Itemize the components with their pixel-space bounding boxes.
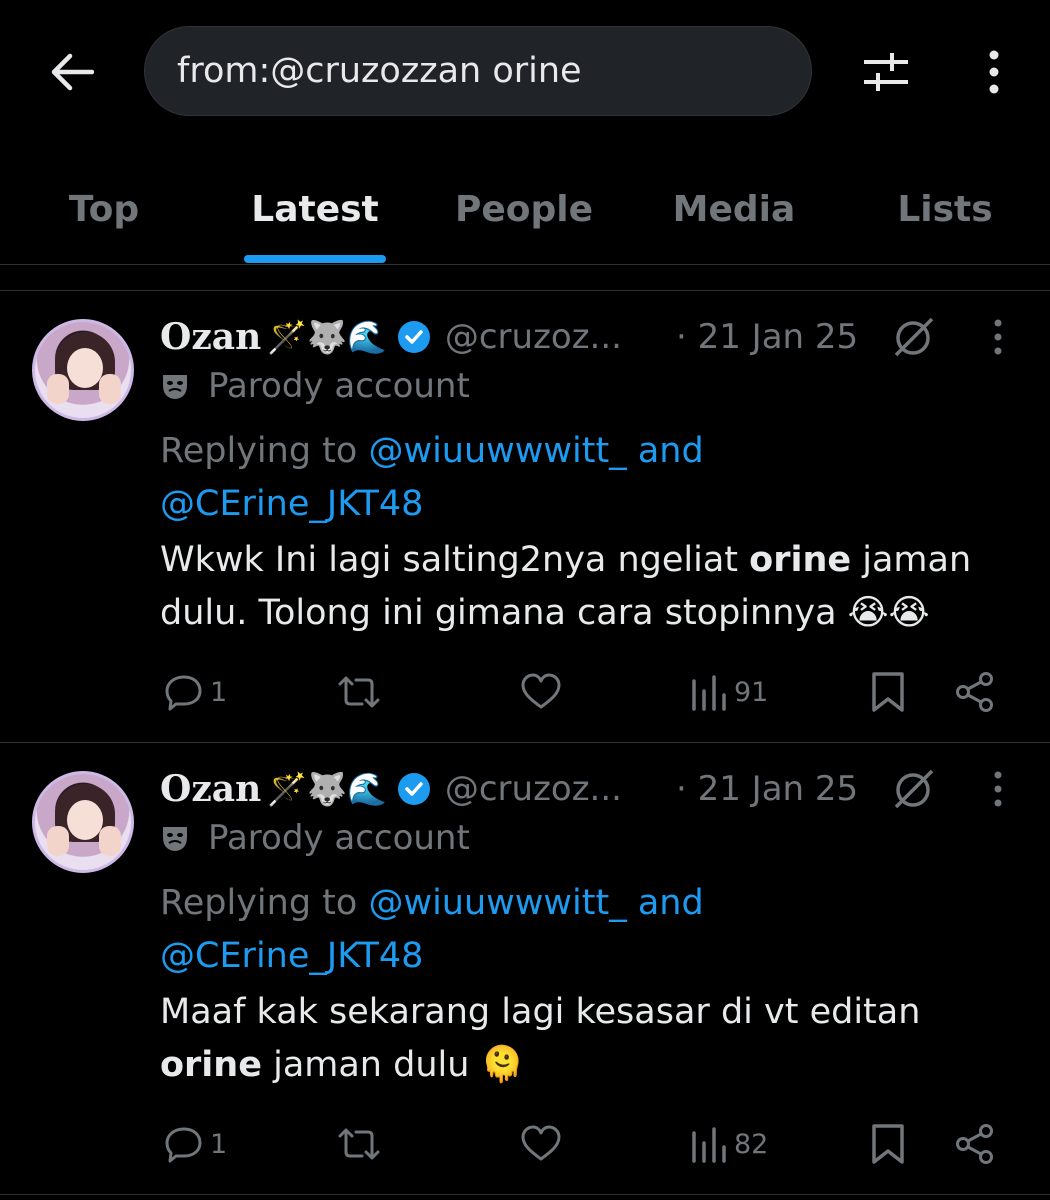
- verified-badge-icon: [397, 320, 431, 354]
- more-options-icon[interactable]: [968, 44, 1020, 100]
- like-button[interactable]: [520, 1120, 562, 1168]
- repost-icon: [338, 676, 380, 708]
- reply-icon: [165, 675, 202, 711]
- share-button[interactable]: [954, 1120, 996, 1168]
- avatar[interactable]: [32, 771, 134, 873]
- verified-badge-icon: [397, 772, 431, 806]
- tweet-text: Wkwk Ini lagi salting2nya ngeliat orine …: [160, 534, 1020, 640]
- bookmark-icon: [872, 672, 904, 712]
- reply-user-link[interactable]: @CErine_JKT48: [160, 936, 423, 976]
- top-bar: from:@cruzozzan orine: [0, 0, 1050, 140]
- reply-button[interactable]: 1: [164, 668, 227, 716]
- reply-and: and: [626, 431, 704, 471]
- replying-to: Replying to @wiuuwwwitt_ and @CErine_JKT…: [160, 425, 704, 531]
- reply-count: 1: [210, 676, 228, 708]
- grok-icon[interactable]: [892, 767, 936, 811]
- parody-text: Parody account: [208, 366, 470, 406]
- display-name[interactable]: Ozan: [160, 316, 261, 358]
- back-arrow-icon[interactable]: [44, 44, 100, 100]
- share-icon: [956, 1124, 993, 1164]
- search-input[interactable]: from:@cruzozzan orine: [144, 26, 812, 116]
- tweet-actions: 1 82: [160, 1120, 1020, 1168]
- heart-icon: [521, 1125, 561, 1161]
- name-emojis: 🪄🐺🌊: [267, 770, 387, 808]
- tweet-text-part: jaman dulu 🫠: [261, 1045, 525, 1085]
- views-count: 91: [734, 676, 769, 708]
- tweet-header: Ozan 🪄🐺🌊 @cruzoz...: [160, 765, 622, 813]
- parody-mask-icon: [163, 375, 187, 399]
- heart-icon: [521, 673, 561, 709]
- tweet[interactable]: Ozan 🪄🐺🌊 @cruzoz... · 21 Jan 25 Parody a…: [0, 291, 1050, 743]
- bookmark-icon: [872, 1124, 904, 1164]
- parody-mask-icon: [163, 827, 187, 851]
- reply-count: 1: [210, 1128, 228, 1160]
- search-highlight: orine: [160, 1045, 262, 1085]
- user-handle[interactable]: @cruzoz...: [445, 317, 622, 357]
- avatar[interactable]: [32, 319, 134, 421]
- user-handle[interactable]: @cruzoz...: [445, 769, 622, 809]
- share-icon: [956, 672, 993, 712]
- display-name[interactable]: Ozan: [160, 768, 261, 810]
- tweet-text-part: Maaf kak sekarang lagi kesasar di vt edi…: [160, 992, 921, 1032]
- tweet-text-part: Wkwk Ini lagi salting2nya ngeliat: [160, 540, 750, 580]
- search-query: from:@cruzozzan orine: [177, 51, 582, 91]
- share-button[interactable]: [954, 668, 996, 716]
- views-icon: [692, 675, 726, 711]
- tabs-divider: [0, 264, 1050, 265]
- tweet-actions: 1 91: [160, 668, 1020, 716]
- reply-user-link[interactable]: @wiuuwwwitt_: [368, 431, 626, 471]
- reply-icon: [165, 1127, 202, 1163]
- tweet-more-icon[interactable]: [980, 315, 1016, 359]
- reply-user-link[interactable]: @CErine_JKT48: [160, 484, 423, 524]
- repost-button[interactable]: [336, 668, 382, 716]
- search-tabs: Top Latest People Media Lists: [0, 160, 1050, 264]
- reply-user-link[interactable]: @wiuuwwwitt_: [368, 883, 626, 923]
- tweet-divider: [0, 1194, 1050, 1195]
- views-button[interactable]: 91: [690, 668, 768, 716]
- views-icon: [692, 1127, 726, 1163]
- parody-label: Parody account: [160, 363, 470, 409]
- tweet[interactable]: Ozan 🪄🐺🌊 @cruzoz... · 21 Jan 25 Parody a…: [0, 743, 1050, 1195]
- tab-people[interactable]: People: [448, 180, 600, 240]
- search-highlight: orine: [749, 540, 852, 580]
- parody-label: Parody account: [160, 815, 470, 861]
- parody-text: Parody account: [208, 818, 470, 858]
- active-tab-indicator: [244, 255, 386, 263]
- grok-icon[interactable]: [892, 315, 936, 359]
- name-emojis: 🪄🐺🌊: [267, 318, 387, 356]
- replying-prefix: Replying to: [160, 431, 369, 471]
- repost-icon: [338, 1128, 380, 1160]
- views-count: 82: [734, 1128, 769, 1160]
- tab-lists[interactable]: Lists: [884, 180, 1006, 240]
- replying-to: Replying to @wiuuwwwitt_ and @CErine_JKT…: [160, 877, 704, 983]
- tweet-text: Maaf kak sekarang lagi kesasar di vt edi…: [160, 986, 1020, 1092]
- reply-and: and: [626, 883, 704, 923]
- search-filter-icon[interactable]: [858, 44, 914, 100]
- reply-button[interactable]: 1: [164, 1120, 227, 1168]
- replying-prefix: Replying to: [160, 883, 369, 923]
- bookmark-button[interactable]: [870, 668, 906, 716]
- tab-media[interactable]: Media: [664, 180, 804, 240]
- tab-latest[interactable]: Latest: [244, 180, 386, 240]
- tweet-date[interactable]: · 21 Jan 25: [676, 313, 858, 361]
- views-button[interactable]: 82: [690, 1120, 768, 1168]
- repost-button[interactable]: [336, 1120, 382, 1168]
- tab-top[interactable]: Top: [40, 180, 168, 240]
- tweet-more-icon[interactable]: [980, 767, 1016, 811]
- tweet-header: Ozan 🪄🐺🌊 @cruzoz...: [160, 313, 622, 361]
- bookmark-button[interactable]: [870, 1120, 906, 1168]
- like-button[interactable]: [520, 668, 562, 716]
- tweet-date[interactable]: · 21 Jan 25: [676, 765, 858, 813]
